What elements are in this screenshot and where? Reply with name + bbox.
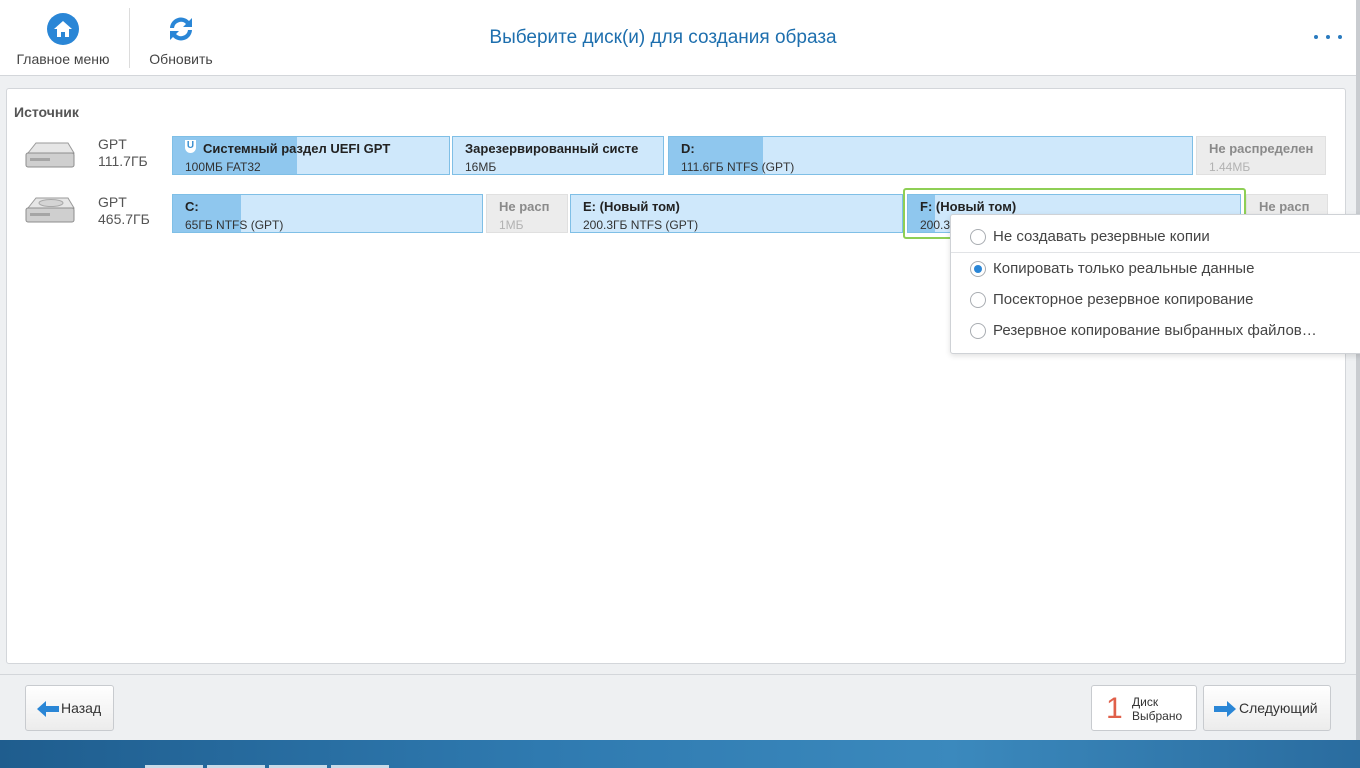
back-button[interactable]: Назад — [25, 685, 114, 731]
partition-name: Не распределен — [1209, 141, 1314, 156]
partition-details: 1.44МБ — [1209, 160, 1251, 174]
partition-name: Не расп — [499, 199, 550, 214]
partition-details: 1МБ — [499, 218, 524, 232]
next-button[interactable]: Следующий — [1203, 685, 1331, 731]
radio-selected-files[interactable] — [970, 323, 986, 339]
disk-1-info: GPT 111.7ГБ — [98, 136, 148, 170]
home-icon — [47, 13, 79, 45]
main-menu-button[interactable]: Главное меню — [14, 0, 112, 75]
partition-details: 16МБ — [465, 160, 497, 174]
option-no-backup[interactable]: Не создавать резервные копии — [951, 222, 1360, 252]
partition-details: 100МБ FAT32 — [185, 160, 261, 174]
partition-uefi[interactable]: U Системный раздел UEFI GPT 100МБ FAT32 — [172, 136, 450, 175]
partition-details: 65ГБ NTFS (GPT) — [185, 218, 284, 232]
partition-name: Не расп — [1259, 199, 1310, 214]
disk-2-info: GPT 465.7ГБ — [98, 194, 150, 228]
selected-line2: Выбрано — [1132, 709, 1183, 723]
partition-name: D: — [681, 141, 695, 156]
more-dots-icon[interactable] — [1314, 30, 1342, 44]
partition-name: Зарезервированный систе — [465, 141, 639, 156]
option-label: Копировать только реальные данные — [993, 260, 1255, 277]
partition-unallocated-2[interactable]: Не расп 1МБ — [486, 194, 568, 233]
partition-name: F: (Новый том) — [920, 199, 1017, 214]
refresh-icon — [170, 17, 192, 41]
partition-d[interactable]: D: 111.6ГБ NTFS (GPT) — [668, 136, 1193, 175]
disk-1-type: GPT — [98, 136, 127, 152]
next-label: Следующий — [1239, 700, 1318, 716]
disk-2-type: GPT — [98, 194, 127, 210]
disk-2-size: 465.7ГБ — [98, 211, 150, 227]
refresh-button[interactable]: Обновить — [146, 0, 216, 75]
refresh-label: Обновить — [149, 51, 213, 67]
partition-details: 111.6ГБ NTFS (GPT) — [681, 160, 795, 174]
source-label: Источник — [14, 104, 79, 120]
option-label: Резервное копирование выбранных файлов… — [993, 322, 1317, 339]
partition-name: Системный раздел UEFI GPT — [203, 141, 391, 156]
partition-details: 200.3 — [920, 218, 951, 232]
option-selected-files[interactable]: Резервное копирование выбранных файлов… — [951, 316, 1360, 346]
partition-reserved[interactable]: Зарезервированный систе 16МБ — [452, 136, 664, 175]
partition-e[interactable]: E: (Новый том) 200.3ГБ NTFS (GPT) — [570, 194, 903, 233]
partition-name: C: — [185, 199, 199, 214]
main-menu-label: Главное меню — [16, 51, 110, 67]
partition-badge: U — [185, 140, 196, 153]
window-edge — [1356, 0, 1360, 740]
partition-c[interactable]: C: 65ГБ NTFS (GPT) — [172, 194, 483, 233]
selected-counter: 1 Диск Выбрано — [1091, 685, 1197, 731]
backup-mode-dropdown: Не создавать резервные копии Копировать … — [950, 214, 1360, 354]
toolbar-divider — [129, 8, 130, 68]
taskbar — [0, 740, 1360, 768]
partition-name: E: (Новый том) — [583, 199, 680, 214]
radio-no-backup[interactable] — [970, 229, 986, 245]
radio-sector-by-sector[interactable] — [970, 292, 986, 308]
hard-disk-icon — [25, 142, 75, 168]
option-label: Не создавать резервные копии — [993, 228, 1210, 245]
disk-1-size: 111.7ГБ — [98, 153, 148, 169]
arrow-left-icon — [37, 701, 59, 717]
toolbar: Главное меню Обновить Выберите диск(и) д… — [0, 0, 1358, 76]
menu-divider — [951, 252, 1360, 253]
option-used-data[interactable]: Копировать только реальные данные — [951, 254, 1360, 284]
arrow-right-icon — [1214, 701, 1236, 717]
page-title: Выберите диск(и) для создания образа — [489, 27, 837, 48]
selected-count: 1 — [1106, 692, 1123, 725]
back-label: Назад — [61, 700, 102, 716]
partition-unallocated-1[interactable]: Не распределен 1.44МБ — [1196, 136, 1326, 175]
option-sector-by-sector[interactable]: Посекторное резервное копирование — [951, 285, 1360, 315]
option-label: Посекторное резервное копирование — [993, 291, 1254, 308]
selected-line1: Диск — [1132, 695, 1159, 709]
hard-disk-icon — [25, 197, 75, 223]
radio-used-data[interactable] — [970, 261, 986, 277]
partition-details: 200.3ГБ NTFS (GPT) — [583, 218, 699, 232]
